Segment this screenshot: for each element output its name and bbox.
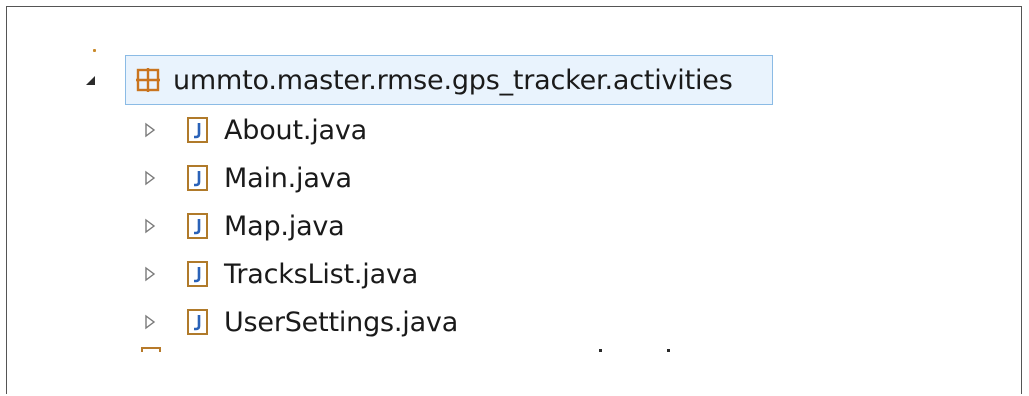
collapsed-arrow-icon[interactable] [139, 263, 161, 285]
package-icon [141, 347, 161, 352]
java-file-icon [186, 308, 210, 336]
collapsed-arrow-icon[interactable] [139, 167, 161, 189]
tree-item-file[interactable]: About.java [139, 107, 367, 153]
java-file-icon [186, 260, 210, 288]
partial-text-fragment [599, 349, 602, 352]
tree-item-package[interactable] [79, 57, 101, 103]
java-file-icon [186, 116, 210, 144]
java-file-icon [186, 164, 210, 192]
partial-tree-item-fragment [93, 49, 96, 52]
expanded-arrow-icon[interactable] [79, 69, 101, 91]
collapsed-arrow-icon[interactable] [139, 311, 161, 333]
tree-item-file[interactable]: UserSettings.java [139, 299, 458, 345]
tree-item-file[interactable]: Map.java [139, 203, 345, 249]
collapsed-arrow-icon[interactable] [139, 119, 161, 141]
file-label: TracksList.java [224, 258, 419, 290]
partial-tree-item [137, 347, 697, 357]
project-explorer-tree: ummto.master.rmse.gps_tracker.activities… [6, 6, 1022, 394]
file-label: Main.java [224, 162, 352, 194]
file-label: UserSettings.java [224, 306, 459, 338]
file-label: Map.java [224, 210, 345, 242]
java-file-icon [186, 212, 210, 240]
package-icon [135, 67, 161, 93]
package-label: ummto.master.rmse.gps_tracker.activities [173, 64, 733, 96]
file-label: About.java [224, 114, 367, 146]
tree-item-file[interactable]: Main.java [139, 155, 352, 201]
partial-text-fragment [667, 349, 670, 352]
package-item[interactable]: ummto.master.rmse.gps_tracker.activities [135, 57, 733, 103]
tree-item-file[interactable]: TracksList.java [139, 251, 418, 297]
collapsed-arrow-icon[interactable] [139, 215, 161, 237]
